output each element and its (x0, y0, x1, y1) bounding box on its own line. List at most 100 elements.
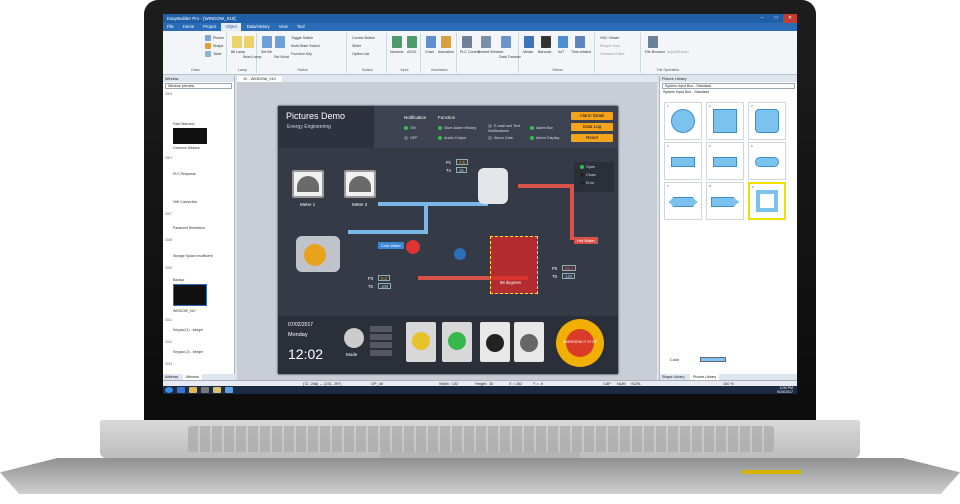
status-error: Error (580, 181, 594, 185)
radio-on-icon (404, 126, 408, 130)
rectangle-shape-icon (713, 157, 737, 167)
ribbon-barcode[interactable]: Barcode (538, 50, 551, 54)
window-label[interactable]: WINDOW_010 (173, 309, 195, 313)
ribbon-set-bit[interactable]: Set Bit (261, 50, 272, 54)
menu-project[interactable]: Project (199, 23, 220, 31)
alarm-detail-button[interactable]: Alarm Detail (571, 112, 613, 120)
folder-icon[interactable] (213, 387, 221, 393)
ribbon-media[interactable]: Media (523, 50, 533, 54)
window-label[interactable]: PLC Response (173, 172, 196, 176)
maximize-button[interactable]: □ (769, 14, 783, 23)
easybuilder-icon[interactable] (225, 387, 233, 393)
window-label[interactable]: Storage Space Insufficient (173, 254, 213, 258)
ribbon-set-word[interactable]: Set Word (274, 55, 289, 59)
data-log-button[interactable]: Data Log (571, 123, 613, 131)
ribbon-contacts-editor[interactable]: Contacts Editor (600, 52, 625, 56)
notification-off[interactable]: OFF (404, 136, 418, 140)
window-label[interactable]: Common Window (173, 146, 200, 150)
window-label[interactable]: Password Restriction (173, 226, 205, 230)
ribbon-animation[interactable]: Animation (438, 50, 454, 54)
check-icon (530, 136, 534, 140)
library-tile[interactable]: 8 (706, 182, 744, 220)
ribbon-time-related[interactable]: Time-related (571, 50, 591, 54)
ribbon-group-others: Media Barcode IIoT Time-related Others (521, 33, 595, 73)
window-preview-select[interactable]: Window preview (165, 83, 232, 89)
window-label[interactable]: Keypad (2) - Integer (173, 350, 203, 354)
sensor-t4-value: 15 (456, 167, 467, 173)
ribbon-group-lamp: Bit Lamp Word Lamp Lamp (229, 33, 262, 73)
ribbon-function-key[interactable]: Function Key (291, 52, 312, 56)
function-alarm-date[interactable]: Alarm Date (488, 136, 513, 140)
ribbon-shape[interactable]: Shape (213, 44, 223, 48)
ribbon-vnc-viewer[interactable]: VNC Viewer (600, 36, 620, 40)
window-label[interactable]: Backup (173, 278, 184, 282)
start-button-icon[interactable] (165, 387, 173, 393)
menu-file[interactable]: File (163, 23, 178, 31)
sensor-p5-value: 23.1 (562, 265, 577, 271)
library-tile[interactable]: 1 (664, 102, 702, 140)
library-tile[interactable]: 4 (664, 142, 702, 180)
minimize-button[interactable]: – (755, 14, 769, 23)
menu-view[interactable]: View (275, 23, 292, 31)
explorer-icon[interactable] (189, 387, 197, 393)
media-player-icon[interactable] (201, 387, 209, 393)
ribbon-file-browser[interactable]: File Browser (645, 50, 665, 54)
reset-button[interactable]: Reset (571, 134, 613, 142)
ribbon-toggle-switch[interactable]: Toggle Switch (291, 36, 313, 40)
window-num: 0007 (165, 156, 173, 160)
ribbon-multi-state-switch[interactable]: Multi-State Switch (291, 44, 320, 48)
menu-home[interactable]: Home (179, 23, 198, 31)
window-thumb-common[interactable] (173, 128, 207, 144)
ribbon-table[interactable]: Table (213, 52, 222, 56)
ribbon-iiot[interactable]: IIoT (558, 50, 564, 54)
ribbon-data-transfer[interactable]: Data Transfer (499, 55, 521, 59)
ribbon-embed-window[interactable]: Embed Window (478, 50, 503, 54)
heater-tank-selected[interactable] (490, 236, 538, 294)
window-panel: Window Window preview 0003 Fast Selectio… (163, 76, 235, 380)
function-alarm-bar[interactable]: Alarm Bar (530, 126, 553, 130)
function-save-alarm[interactable]: Save Alarm History (438, 126, 476, 130)
ribbon-combo-button[interactable]: Combo Button (352, 36, 375, 40)
taskbar-clock[interactable]: 4:06 PM 9/25/2017 (777, 386, 793, 394)
window-label[interactable]: HMI Connection (173, 200, 197, 204)
close-button[interactable]: ✕ (783, 14, 797, 23)
ribbon-option-list[interactable]: Option List (352, 52, 369, 56)
function-audio[interactable]: Audio Output (438, 136, 466, 140)
function-email[interactable]: E-mail and Text Notifications (488, 124, 528, 134)
laptop-frame: EasyBuilder Pro - [WINDOW_010] – □ ✕ Fil… (0, 0, 960, 504)
mode-selector-knob-icon[interactable] (344, 328, 364, 348)
library-tile[interactable]: 7 (664, 182, 702, 220)
ribbon-chart[interactable]: Chart (425, 50, 434, 54)
library-tile[interactable]: 2 (706, 102, 744, 140)
window-num: 0003 (165, 92, 173, 96)
trackpad (380, 452, 580, 458)
library-tile-selected[interactable]: 9 (748, 182, 786, 220)
menu-object[interactable]: Object (221, 23, 242, 31)
menu-data-history[interactable]: Data/History (243, 23, 274, 31)
ribbon-slider[interactable]: Slider (352, 44, 361, 48)
menu-tool[interactable]: Tool (293, 23, 309, 31)
check-icon (530, 126, 534, 130)
ie-icon[interactable] (177, 387, 185, 393)
ribbon-picture[interactable]: Picture (213, 36, 224, 40)
ribbon-import-export[interactable]: Import/Export (667, 50, 689, 54)
ribbon-bit-lamp[interactable]: Bit Lamp (231, 50, 245, 54)
ribbon-numeric[interactable]: Numeric (390, 50, 403, 54)
library-tile[interactable]: 5 (706, 142, 744, 180)
library-tile[interactable]: 3 (748, 102, 786, 140)
ribbon-ascii[interactable]: ASCII (407, 50, 416, 54)
mode-keypad[interactable] (370, 326, 392, 358)
library-select[interactable]: System Input Box - Standard (662, 83, 795, 89)
window-label[interactable]: Keypad (1) - Integer (173, 328, 203, 332)
color-picker[interactable] (700, 357, 726, 362)
function-alarm-display[interactable]: Alarm Display (530, 136, 559, 140)
ribbon-plc-control[interactable]: PLC Control (460, 50, 480, 54)
notification-on[interactable]: ON (404, 126, 416, 130)
green-button-icon (448, 332, 466, 350)
radio-off-icon (404, 136, 408, 140)
window-label[interactable]: Fast Selection (173, 122, 195, 126)
window-num: 0027 (165, 212, 173, 216)
ribbon-recipe-view[interactable]: Recipe View (600, 44, 620, 48)
window-thumb-selected[interactable] (173, 284, 207, 306)
library-tile[interactable]: 6 (748, 142, 786, 180)
